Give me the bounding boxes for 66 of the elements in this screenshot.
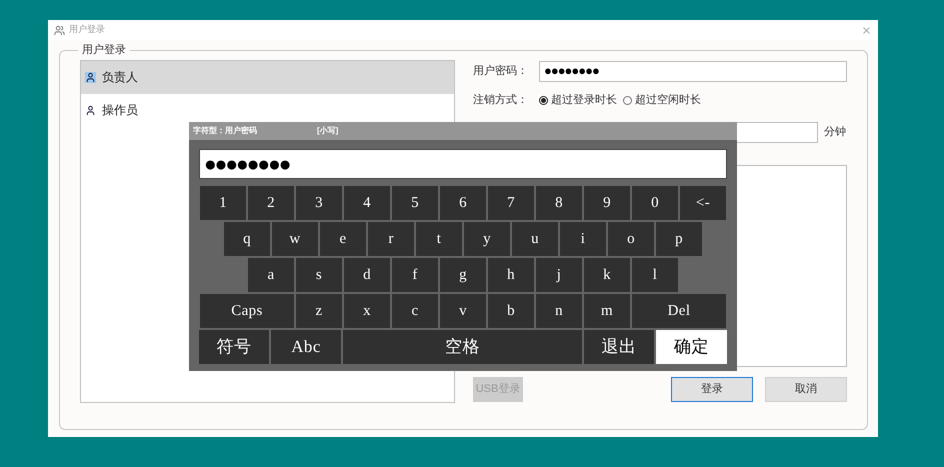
keyboard-key[interactable]: l (632, 258, 678, 292)
keyboard-key[interactable]: 7 (488, 186, 534, 220)
dialog-button[interactable]: 登录 (671, 376, 753, 402)
radio-label: 超过登录时长 (551, 93, 617, 108)
keyboard-key[interactable]: s (296, 258, 342, 292)
keyboard-key[interactable]: 6 (440, 186, 486, 220)
user-name: 负责人 (102, 69, 138, 86)
keyboard-key[interactable]: f (392, 258, 438, 292)
keyboard-key[interactable]: b (488, 294, 534, 328)
keyboard-key[interactable]: 空格 (343, 330, 582, 364)
keyboard-key[interactable]: j (536, 258, 582, 292)
close-icon[interactable] (861, 24, 872, 36)
keyboard-key[interactable]: 8 (536, 186, 582, 220)
window-title: 用户登录 (69, 23, 105, 36)
keyboard-key[interactable]: t (416, 222, 462, 256)
keyboard-key[interactable]: g (440, 258, 486, 292)
keyboard-key[interactable]: 2 (248, 186, 294, 220)
keyboard-key[interactable]: h (488, 258, 534, 292)
duration-unit: 分钟 (824, 124, 846, 140)
user-icon (85, 104, 96, 116)
users-icon (54, 24, 65, 36)
password-label: 用户密码： (473, 64, 529, 79)
keyboard-display[interactable]: ●●●●●●●● (199, 149, 727, 179)
keyboard-key[interactable]: u (512, 222, 558, 256)
radio-button[interactable] (539, 96, 548, 105)
radio-label: 超过空闲时长 (635, 92, 701, 108)
keyboard-key[interactable]: 确定 (656, 330, 727, 364)
radio-button[interactable] (623, 96, 632, 105)
keyboard-key[interactable]: q (224, 222, 270, 256)
keyboard-key[interactable]: p (656, 222, 702, 256)
keyboard-key[interactable]: k (584, 258, 630, 292)
keyboard-key[interactable]: Caps (200, 294, 294, 328)
keyboard-key[interactable]: 9 (584, 186, 630, 220)
keyboard-key[interactable]: Abc (271, 330, 341, 364)
keyboard-key[interactable]: 1 (200, 186, 246, 220)
keyboard-key[interactable]: 符号 (199, 330, 269, 364)
keyboard-key[interactable]: m (584, 294, 630, 328)
keyboard-key[interactable]: e (320, 222, 366, 256)
keyboard-key[interactable]: <- (680, 186, 726, 220)
keyboard-key[interactable]: y (464, 222, 510, 256)
keyboard-key[interactable]: i (560, 222, 606, 256)
keyboard-key[interactable]: c (392, 294, 438, 328)
keyboard-key[interactable]: Del (632, 294, 726, 328)
keyboard-key[interactable]: r (368, 222, 414, 256)
keyboard-key[interactable]: x (344, 294, 390, 328)
user-list-item[interactable]: 负责人 (81, 60, 454, 94)
user-icon (85, 72, 96, 82)
keyboard-key[interactable]: 0 (632, 186, 678, 220)
keyboard-key[interactable]: a (248, 258, 294, 292)
keyboard-key[interactable]: d (344, 258, 390, 292)
logout-label: 注销方式： (473, 92, 529, 108)
keyboard-key[interactable]: 5 (392, 186, 438, 220)
keyboard-key[interactable]: z (296, 294, 342, 328)
password-field[interactable]: ●●●●●●●● (539, 60, 847, 82)
dialog-button[interactable]: 取消 (765, 376, 847, 402)
keyboard-key[interactable]: v (440, 294, 486, 328)
keyboard-key[interactable]: w (272, 222, 318, 256)
keyboard-key[interactable]: o (608, 222, 654, 256)
keyboard-title: 字符型：用户密码 (193, 125, 257, 137)
keyboard-key[interactable]: 4 (344, 186, 390, 220)
keyboard-key[interactable]: 退出 (584, 330, 654, 364)
keyboard-key[interactable]: 3 (296, 186, 342, 220)
group-legend: 用户登录 (78, 42, 130, 58)
keyboard-key[interactable]: n (536, 294, 582, 328)
keyboard-mode: [小写] (317, 125, 338, 137)
user-name: 操作员 (102, 102, 138, 119)
